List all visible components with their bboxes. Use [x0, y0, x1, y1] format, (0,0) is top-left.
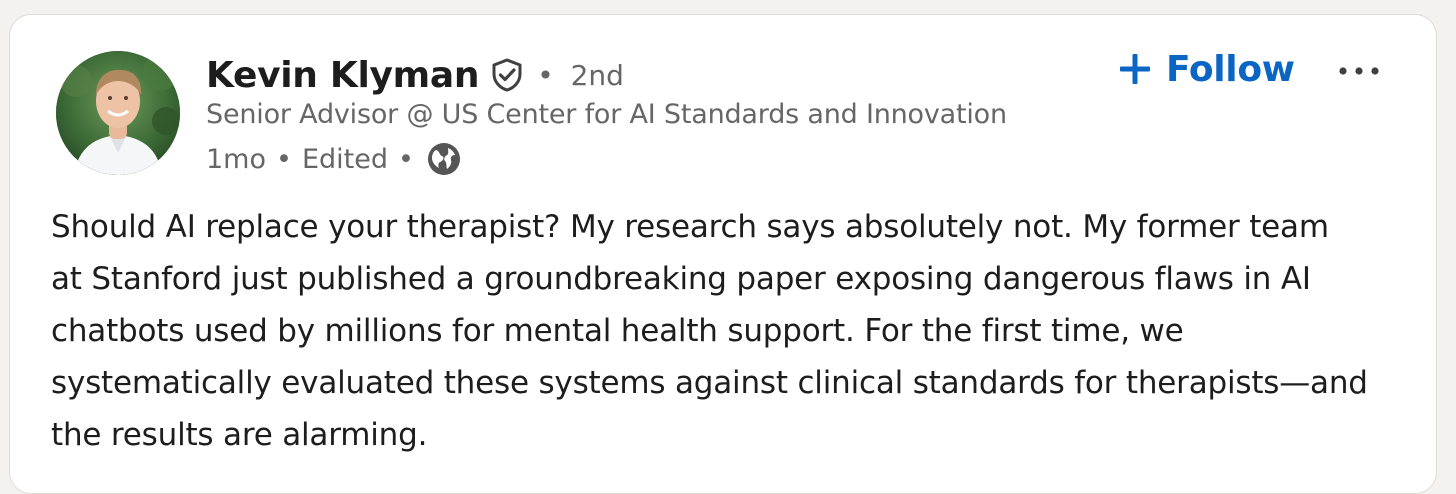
meta-separator: • [276, 143, 292, 175]
ellipsis-icon [1337, 62, 1381, 81]
meta-separator: • [397, 143, 414, 175]
plus-icon [1118, 52, 1152, 86]
avatar-photo [56, 51, 180, 175]
post-card: Kevin Klyman • 2nd Senior Advisor @ US C… [9, 14, 1437, 494]
degree-label: 2nd [570, 58, 624, 92]
edited-label: Edited [301, 143, 388, 175]
follow-button[interactable]: Follow [1118, 45, 1295, 93]
author-headline: Senior Advisor @ US Center for AI Standa… [206, 99, 1007, 130]
follow-label: Follow [1166, 48, 1295, 90]
post-time[interactable]: 1mo [206, 144, 266, 175]
post-text-line: chatbots used by millions for mental hea… [51, 313, 1184, 349]
author-name[interactable]: Kevin Klyman [206, 55, 479, 96]
globe-icon [426, 141, 462, 177]
verified-shield-icon[interactable] [489, 57, 525, 93]
author-avatar[interactable] [56, 51, 180, 175]
connection-degree: • 2nd [537, 59, 624, 92]
post-text-line: systematically evaluated these systems a… [51, 365, 1368, 401]
degree-separator: • [537, 58, 554, 92]
post-text-line: at Stanford just published a groundbreak… [51, 261, 1311, 297]
more-options-button[interactable] [1324, 51, 1394, 91]
author-name-row: Kevin Klyman • 2nd [206, 51, 624, 99]
post-text: Should AI replace your therapist? My res… [51, 201, 1426, 461]
post-meta: 1mo • Edited • [206, 139, 462, 179]
post-text-line: the results are alarming. [51, 417, 428, 453]
post-text-line: Should AI replace your therapist? My res… [51, 209, 1329, 245]
